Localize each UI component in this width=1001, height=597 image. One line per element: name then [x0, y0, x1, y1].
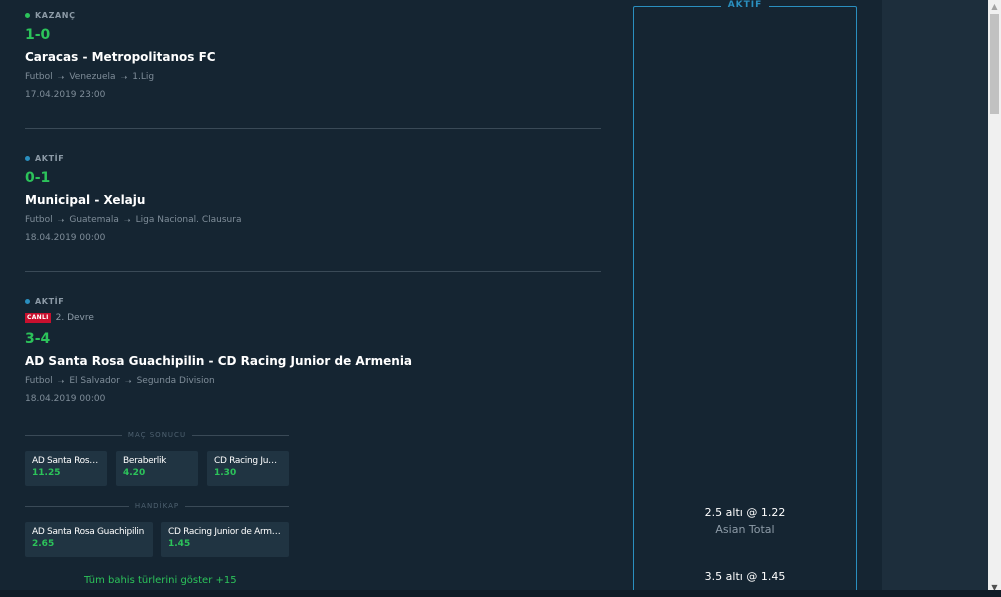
event-card: KAZANÇ 1-0 Caracas - Metropolitanos FC F…	[25, 9, 601, 100]
breadcrumb-country[interactable]: El Salvador	[69, 376, 120, 386]
event-status: AKTİF	[25, 295, 601, 307]
status-label: AKTİF	[35, 296, 65, 306]
right-sidebar	[882, 0, 988, 597]
breadcrumb-league[interactable]: Segunda Division	[137, 376, 215, 386]
breadcrumb-sport[interactable]: Futbol	[25, 215, 53, 225]
odd-value: 2.65	[32, 539, 55, 549]
arrow-right-icon: ➝	[57, 376, 65, 386]
breadcrumb: Futbol ➝ Guatemala ➝ Liga Nacional. Clau…	[25, 215, 601, 225]
live-badge: CANLI	[25, 313, 51, 323]
event-teams[interactable]: Municipal - Xelaju	[25, 193, 601, 207]
selection-market: Asian Total	[715, 523, 775, 536]
event-score: 1-0	[25, 27, 51, 43]
arrow-right-icon: ➝	[57, 215, 65, 225]
arrow-right-icon: ➝	[124, 376, 132, 386]
status-dot-icon	[25, 155, 30, 161]
status-dot-icon	[25, 298, 30, 304]
event-card: AKTİF 0-1 Municipal - Xelaju Futbol ➝ Gu…	[25, 152, 601, 243]
bet-selection[interactable]: 3.5 altı @ 1.45	[634, 570, 856, 587]
odd-button[interactable]: CD Racing Junior de Armenia 1.30	[207, 451, 289, 486]
show-all-markets-link[interactable]: Tüm bahis türlerini göster +15	[84, 575, 237, 586]
scrollbar-thumb[interactable]	[990, 14, 999, 114]
odd-button[interactable]: Beraberlik 4.20	[116, 451, 198, 486]
event-score: 3-4	[25, 331, 51, 347]
panel-title: AKTİF	[721, 0, 769, 12]
odd-value: 4.20	[123, 468, 146, 478]
live-indicator: CANLI 2. Devre	[25, 313, 601, 323]
arrow-right-icon: ➝	[123, 215, 131, 225]
event-status: AKTİF	[25, 152, 601, 164]
event-date: 17.04.2019 23:00	[25, 90, 106, 100]
scroll-up-icon[interactable]: ▲	[988, 0, 1001, 13]
event-teams[interactable]: Caracas - Metropolitanos FC	[25, 50, 601, 64]
odd-name: CD Racing Junior de Armenia	[168, 527, 282, 537]
event-date: 18.04.2019 00:00	[25, 233, 106, 243]
match-period: 2. Devre	[55, 313, 94, 323]
bet-history-main: KAZANÇ 1-0 Caracas - Metropolitanos FC F…	[0, 0, 882, 597]
status-label: AKTİF	[35, 153, 65, 163]
breadcrumb-country[interactable]: Guatemala	[69, 215, 119, 225]
odd-value: 1.45	[168, 539, 191, 549]
arrow-right-icon: ➝	[57, 72, 65, 82]
breadcrumb-sport[interactable]: Futbol	[25, 72, 53, 82]
odd-button[interactable]: AD Santa Rosa Guachipilin 11.25	[25, 451, 107, 486]
selection-pick: 2.5 altı @ 1.22	[704, 506, 786, 519]
event-score: 0-1	[25, 170, 51, 186]
divider	[25, 128, 601, 129]
breadcrumb-league[interactable]: Liga Nacional. Clausura	[136, 215, 242, 225]
bottom-bar	[0, 590, 1001, 597]
odd-button[interactable]: AD Santa Rosa Guachipilin 2.65	[25, 522, 153, 557]
market-title: HANDİKAP	[25, 501, 290, 511]
odd-name: AD Santa Rosa Guachipilin	[32, 527, 144, 537]
bet-selection[interactable]: 2.5 altı @ 1.22 Asian Total	[634, 506, 856, 536]
odd-name: CD Racing Junior de Armenia	[214, 456, 282, 466]
status-label: KAZANÇ	[35, 10, 76, 20]
odd-name: AD Santa Rosa Guachipilin	[32, 456, 100, 466]
event-card: AKTİF CANLI 2. Devre 3-4 AD Santa Rosa G…	[25, 295, 601, 404]
market-title: MAÇ SONUCU	[25, 430, 289, 440]
odd-button[interactable]: CD Racing Junior de Armenia 1.45	[161, 522, 289, 557]
event-date: 18.04.2019 00:00	[25, 394, 106, 404]
divider	[25, 271, 601, 272]
event-teams[interactable]: AD Santa Rosa Guachipilin - CD Racing Ju…	[25, 354, 601, 368]
odd-value: 11.25	[32, 468, 61, 478]
selection-pick: 3.5 altı @ 1.45	[704, 570, 786, 583]
breadcrumb: Futbol ➝ Venezuela ➝ 1.Lig	[25, 72, 601, 82]
arrow-right-icon: ➝	[120, 72, 128, 82]
odd-name: Beraberlik	[123, 456, 167, 466]
vertical-scrollbar[interactable]: ▲ ▼	[988, 0, 1001, 597]
breadcrumb-country[interactable]: Venezuela	[69, 72, 115, 82]
breadcrumb: Futbol ➝ El Salvador ➝ Segunda Division	[25, 376, 601, 386]
breadcrumb-sport[interactable]: Futbol	[25, 376, 53, 386]
status-dot-icon	[25, 12, 30, 18]
odd-value: 1.30	[214, 468, 237, 478]
breadcrumb-league[interactable]: 1.Lig	[132, 72, 154, 82]
event-status: KAZANÇ	[25, 9, 601, 21]
